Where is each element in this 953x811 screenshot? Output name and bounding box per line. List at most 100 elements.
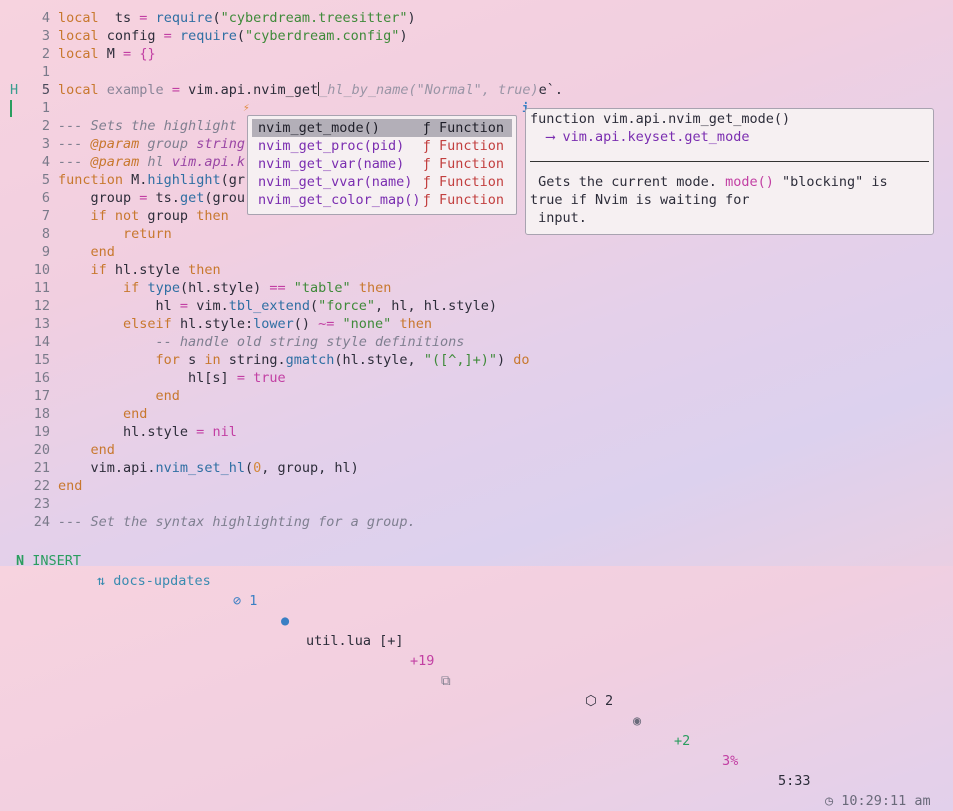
completion-label: nvim_get_proc(pid)	[258, 138, 405, 154]
completion-item[interactable]: nvim_get_vvar(name) ƒ Function	[252, 173, 512, 191]
code-line[interactable]: 19 hl.style = nil	[0, 423, 953, 441]
completion-label: nvim_get_var(name)	[258, 156, 405, 172]
line-text: for s in string.gmatch(hl.style, "([^,]+…	[155, 352, 530, 368]
line-text: group = ts.get(grou	[58, 190, 245, 206]
code-line[interactable]: 13 elseif hl.style:lower() ~= "none" the…	[0, 315, 953, 333]
line-number: 17	[33, 388, 50, 404]
line-number: 4	[41, 10, 50, 26]
code-line[interactable]: 20 end	[0, 441, 953, 459]
line-number: 2	[41, 46, 50, 62]
line-number: 6	[41, 190, 50, 206]
code-line[interactable]: 18 end	[0, 405, 953, 423]
line-number: 21	[33, 460, 50, 476]
cursor-position: 5:33	[778, 773, 811, 789]
line-number: 15	[33, 352, 50, 368]
line-number: 1	[41, 100, 50, 116]
completion-label: nvim_get_color_map()	[258, 192, 421, 208]
line-text: local ts = require("cyberdream.treesitte…	[58, 10, 416, 26]
line-number: 19	[33, 424, 50, 440]
completion-kind: ƒ Function	[422, 192, 504, 208]
line-number: 22	[33, 478, 50, 494]
completion-item[interactable]: nvim_get_var(name) ƒ Function	[252, 155, 512, 173]
line-number: 1	[41, 64, 50, 80]
completion-item[interactable]: nvim_get_proc(pid) ƒ Function	[252, 137, 512, 155]
editor-buffer[interactable]: 4 local ts = require("cyberdream.treesitt…	[0, 9, 953, 531]
scroll-percent: 3%	[722, 753, 739, 769]
line-text: end	[90, 442, 115, 458]
branch-icon: ⇅	[97, 573, 106, 589]
code-line[interactable]: 17 end	[0, 387, 953, 405]
code-line[interactable]: 10 if hl.style then	[0, 261, 953, 279]
completion-item[interactable]: nvim_get_mode() ƒ Function	[252, 119, 512, 137]
completion-kind: ƒ Function	[422, 174, 504, 190]
line-text: end	[155, 388, 180, 404]
line-number: 11	[33, 280, 50, 296]
clock: ◷ 10:29:11 am	[825, 793, 931, 809]
completion-item[interactable]: nvim_get_color_map() ƒ Function	[252, 191, 512, 209]
line-text: --- Sets the highlight	[58, 118, 245, 134]
completion-popup[interactable]: nvim_get_mode() ƒ Function nvim_get_proc(p…	[247, 115, 517, 215]
diagnostics-count[interactable]: ⊘ 1	[233, 591, 257, 611]
line-text: if type(hl.style) == "table" then	[123, 280, 392, 296]
code-line[interactable]: 3 local config = require("cyberdream.conf…	[0, 27, 953, 45]
code-line[interactable]: 24 --- Set the syntax highlighting for a …	[0, 513, 953, 531]
completion-kind: ƒ Function	[422, 156, 504, 172]
line-number: 3	[41, 136, 50, 152]
line-text: hl = vim.tbl_extend("force", hl, hl.styl…	[58, 298, 497, 314]
line-number: 13	[33, 316, 50, 332]
line-text: if not group then	[90, 208, 229, 224]
completion-label: nvim_get_mode()	[258, 120, 380, 136]
code-line[interactable]: 22 end	[0, 477, 953, 495]
documentation-window: function vim.api.nvim_get_mode() ⟶ vim.a…	[525, 108, 934, 235]
code-line[interactable]: 16 hl[s] = true	[0, 369, 953, 387]
line-number: 3	[41, 28, 50, 44]
code-line[interactable]: 21 vim.api.nvim_set_hl(0, group, hl)	[0, 459, 953, 477]
code-line[interactable]: 9 end	[0, 243, 953, 261]
doc-separator	[530, 161, 929, 162]
copy-icon[interactable]: ⧉	[441, 671, 451, 691]
copilot-icon[interactable]: ◉	[633, 711, 641, 731]
line-text: return	[123, 226, 172, 242]
line-number: 8	[41, 226, 50, 242]
line-number: 9	[41, 244, 50, 260]
code-line[interactable]: 15 for s in string.gmatch(hl.style, "([^…	[0, 351, 953, 369]
line-number: 5	[41, 82, 50, 98]
code-line[interactable]: 14 -- handle old string style definition…	[0, 333, 953, 351]
line-text: end	[90, 244, 115, 260]
line-text: hl[s] = true	[58, 370, 286, 386]
line-text: end	[58, 478, 83, 494]
line-text: vim.api.nvim_set_hl(0, group, hl)	[58, 460, 359, 476]
code-line[interactable]: 11 if type(hl.style) == "table" then	[0, 279, 953, 297]
line-text: --- @param group string	[58, 136, 245, 152]
line-number: 4	[41, 154, 50, 170]
doc-signature: function vim.api.nvim_get_mode()	[530, 111, 791, 127]
lsp-clients[interactable]: ⬡ 2	[585, 691, 613, 711]
code-line[interactable]: H 5 local example = vim.api.nvim_get_hl_by…	[0, 81, 953, 99]
git-changes: +2	[674, 733, 691, 749]
insert-cursor-indicator	[10, 100, 12, 117]
code-line[interactable]: 12 hl = vim.tbl_extend("force", hl, hl.s…	[0, 297, 953, 315]
vim-icon: N	[16, 553, 25, 569]
line-number: 5	[41, 172, 50, 188]
line-number: 18	[33, 406, 50, 422]
code-line[interactable]: 23	[0, 495, 953, 513]
line-text: function M.highlight(gr	[58, 172, 245, 188]
line-number: 12	[33, 298, 50, 314]
doc-return-type: ⟶ vim.api.keyset.get_mode	[530, 129, 750, 145]
doc-description-line-2: true if Nvim is waiting for	[530, 192, 750, 208]
code-line[interactable]: 4 local ts = require("cyberdream.treesitt…	[0, 9, 953, 27]
status-line: N INSERT ⇅ docs-updates ⊘ 1 ● util.lua […	[0, 531, 953, 809]
code-line[interactable]: 2 local M = {}	[0, 45, 953, 63]
git-branch[interactable]: ⇅ docs-updates	[97, 571, 211, 591]
line-number: 14	[33, 334, 50, 350]
code-line[interactable]: 1	[0, 63, 953, 81]
completion-lightning-icon: ⚡	[243, 101, 250, 114]
mode-indicator: N INSERT	[16, 553, 82, 569]
completion-label: nvim_get_vvar(name)	[258, 174, 413, 190]
line-text: end	[123, 406, 148, 422]
line-number: 10	[33, 262, 50, 278]
doc-description-line-1: Gets the current mode. mode() "blocking"…	[530, 174, 888, 190]
line-text: local example = vim.api.nvim_get_hl_by_n…	[58, 82, 563, 98]
file-name[interactable]: util.lua [+]	[306, 631, 404, 651]
line-text: if hl.style then	[90, 262, 221, 278]
